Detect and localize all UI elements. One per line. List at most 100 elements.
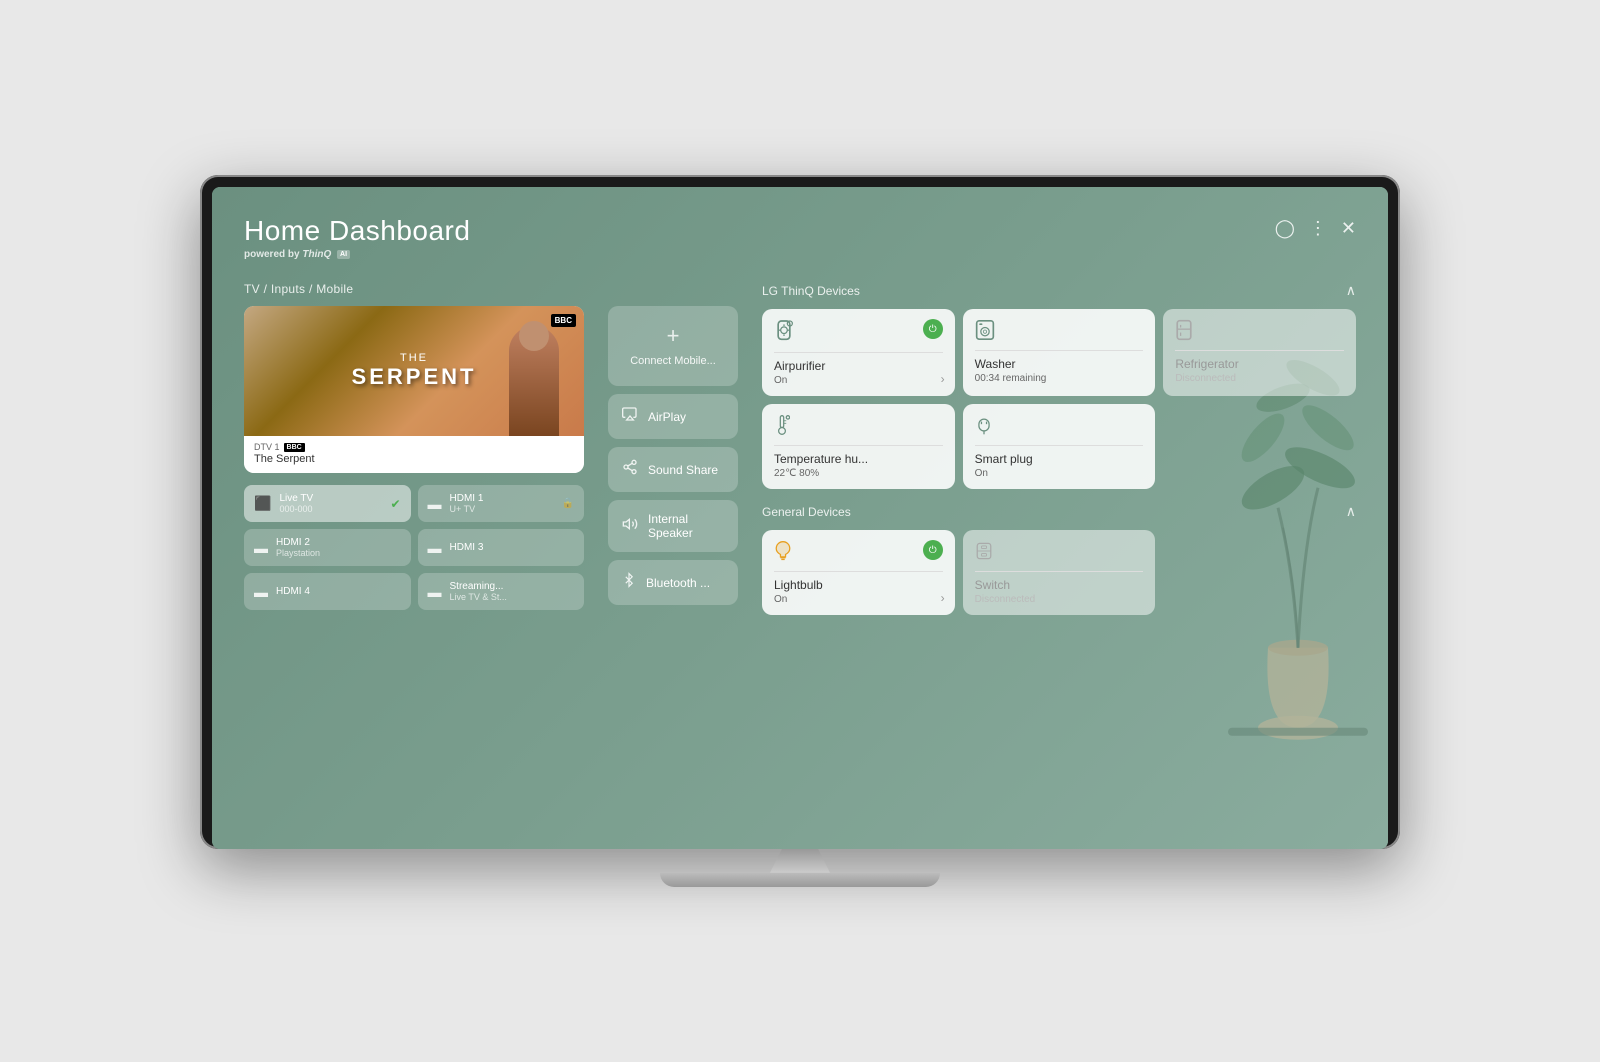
- device-smart-plug[interactable]: Smart plug On: [963, 404, 1156, 489]
- internal-speaker-icon: [622, 516, 638, 537]
- tv-outer: Home Dashboard powered by ThinQ AI ◯ ⋮ ✕: [200, 175, 1400, 887]
- hdmi1-icon: ▬: [428, 496, 442, 512]
- bluetooth-label: Bluetooth ...: [646, 576, 710, 590]
- bluetooth-icon: [622, 572, 636, 593]
- smart-plug-status: On: [975, 468, 1144, 479]
- live-tv-name: Live TV: [279, 493, 313, 504]
- header: Home Dashboard powered by ThinQ AI ◯ ⋮ ✕: [244, 215, 1356, 260]
- lightbulb-power-btn[interactable]: ⏻: [923, 540, 943, 560]
- middle-panel: + Connect Mobile... AirPlay: [608, 306, 738, 829]
- show-serpent: SERPENT: [352, 364, 477, 390]
- tv-preview-image: BBC THE SERPENT: [244, 306, 584, 436]
- hdmi4-name: HDMI 4: [276, 586, 310, 597]
- device-switch[interactable]: Switch Disconnected: [963, 530, 1156, 615]
- input-hdmi1[interactable]: ▬ HDMI 1 U+ TV 🔒: [418, 485, 585, 522]
- internal-speaker-label: Internal Speaker: [648, 512, 724, 540]
- hdmi2-name: HDMI 2: [276, 537, 320, 548]
- airpurifier-icon: [774, 319, 794, 346]
- smart-plug-icon: [975, 414, 993, 439]
- airpurifier-arrow: ›: [941, 372, 945, 386]
- airplay-icon: [622, 406, 638, 427]
- input-hdmi3[interactable]: ▬ HDMI 3: [418, 529, 585, 566]
- lock-icon: 🔒: [562, 498, 574, 509]
- brand-name: ThinQ: [302, 249, 331, 260]
- hdmi3-name: HDMI 3: [450, 542, 484, 553]
- washer-name: Washer: [975, 357, 1144, 371]
- thinq-title: LG ThinQ Devices: [762, 284, 860, 298]
- airpurifier-name: Airpurifier: [774, 359, 943, 373]
- sound-share-card[interactable]: Sound Share: [608, 447, 738, 492]
- sound-share-label: Sound Share: [648, 463, 718, 477]
- smart-plug-name: Smart plug: [975, 452, 1144, 466]
- hdmi2-sub: Playstation: [276, 548, 320, 558]
- check-icon: ✔: [390, 497, 400, 511]
- lightbulb-arrow: ›: [941, 591, 945, 605]
- lightbulb-icon: [774, 540, 792, 565]
- device-temperature[interactable]: Temperature hu... 22℃ 80%: [762, 404, 955, 489]
- subtitle: powered by ThinQ AI: [244, 249, 470, 260]
- tv-screen: Home Dashboard powered by ThinQ AI ◯ ⋮ ✕: [212, 187, 1388, 849]
- stand-neck: [770, 849, 830, 873]
- plus-icon: +: [667, 325, 680, 347]
- bluetooth-card[interactable]: Bluetooth ...: [608, 560, 738, 605]
- device-airpurifier[interactable]: ⏻ Airpurifier On ›: [762, 309, 955, 396]
- airpurifier-status: On: [774, 375, 943, 386]
- input-hdmi2[interactable]: ▬ HDMI 2 Playstation: [244, 529, 411, 566]
- plant-decoration: [1208, 187, 1388, 849]
- main-title: Home Dashboard: [244, 215, 470, 247]
- tv-stand: [200, 849, 1400, 887]
- device-refrigerator[interactable]: Refrigerator Disconnected: [1163, 309, 1356, 396]
- input-grid: ⬛ Live TV 000-000 ✔ ▬: [244, 485, 584, 610]
- airplay-card[interactable]: AirPlay: [608, 394, 738, 439]
- input-hdmi4[interactable]: ▬ HDMI 4: [244, 573, 411, 610]
- live-tv-icon: ⬛: [254, 495, 271, 512]
- show-the: THE: [352, 352, 477, 364]
- washer-icon: [975, 319, 995, 344]
- tv-preview-card[interactable]: BBC THE SERPENT: [244, 306, 584, 473]
- left-panel: TV / Inputs / Mobile BBC THE SERPENT: [244, 282, 584, 829]
- show-name-display: The Serpent: [254, 453, 574, 465]
- device-washer[interactable]: Washer 00:34 remaining: [963, 309, 1156, 396]
- switch-status: Disconnected: [975, 594, 1144, 605]
- input-live-tv[interactable]: ⬛ Live TV 000-000 ✔: [244, 485, 411, 522]
- stand-base: [660, 873, 940, 887]
- connect-mobile-label: Connect Mobile...: [630, 355, 716, 367]
- tv-inputs-label: TV / Inputs / Mobile: [244, 282, 584, 296]
- hdmi3-icon: ▬: [428, 540, 442, 556]
- lightbulb-name: Lightbulb: [774, 578, 943, 592]
- hdmi4-icon: ▬: [254, 584, 268, 600]
- washer-status: 00:34 remaining: [975, 373, 1144, 384]
- switch-icon: [975, 540, 993, 565]
- device-lightbulb[interactable]: ⏻ Lightbulb On ›: [762, 530, 955, 615]
- airplay-label: AirPlay: [648, 410, 686, 424]
- streaming-icon: ▬: [428, 584, 442, 600]
- temperature-name: Temperature hu...: [774, 452, 943, 466]
- streaming-sub: Live TV & St...: [450, 592, 507, 602]
- switch-name: Switch: [975, 578, 1144, 592]
- connect-mobile-card[interactable]: + Connect Mobile...: [608, 306, 738, 386]
- refrigerator-icon: [1175, 319, 1193, 344]
- airpurifier-power-btn[interactable]: ⏻: [923, 319, 943, 339]
- internal-speaker-card[interactable]: Internal Speaker: [608, 500, 738, 552]
- subtitle-powered: powered by: [244, 249, 300, 260]
- live-tv-sub: 000-000: [279, 504, 313, 514]
- refrigerator-status: Disconnected: [1175, 373, 1344, 384]
- tv-frame: Home Dashboard powered by ThinQ AI ◯ ⋮ ✕: [200, 175, 1400, 849]
- dashboard: Home Dashboard powered by ThinQ AI ◯ ⋮ ✕: [212, 187, 1388, 849]
- refrigerator-name: Refrigerator: [1175, 357, 1344, 371]
- sound-share-icon: [622, 459, 638, 480]
- show-title-overlay: THE SERPENT: [352, 352, 477, 390]
- bbc-logo: BBC: [551, 314, 576, 327]
- streaming-name: Streaming...: [450, 581, 507, 592]
- title-block: Home Dashboard powered by ThinQ AI: [244, 215, 470, 260]
- input-streaming[interactable]: ▬ Streaming... Live TV & St...: [418, 573, 585, 610]
- hdmi1-name: HDMI 1: [450, 493, 484, 504]
- hdmi1-sub: U+ TV: [450, 504, 484, 514]
- channel-number: DTV 1: [254, 442, 280, 452]
- general-title: General Devices: [762, 505, 851, 519]
- ai-badge: AI: [337, 250, 350, 259]
- channel-logo-small: BBC: [284, 443, 305, 452]
- hdmi2-icon: ▬: [254, 540, 268, 556]
- tv-preview-info: DTV 1 BBC The Serpent: [244, 436, 584, 473]
- content-area: TV / Inputs / Mobile BBC THE SERPENT: [244, 282, 1356, 829]
